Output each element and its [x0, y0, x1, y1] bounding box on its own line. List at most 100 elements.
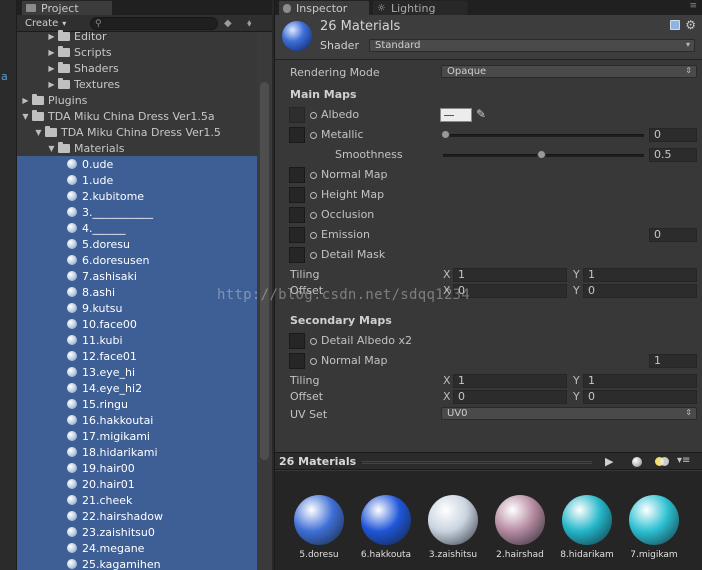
collapsed-arrow-icon[interactable]: ▶	[47, 48, 56, 57]
shader-dropdown[interactable]: Standard ▾	[369, 39, 695, 52]
tree-material-item[interactable]: 20.hair01	[17, 476, 257, 492]
material-thumbnail[interactable]: 5.doresu	[292, 493, 346, 565]
emission-texture-slot[interactable]	[289, 227, 305, 243]
tree-material-item[interactable]: 19.hair00	[17, 460, 257, 476]
preview-drag-handle[interactable]	[362, 461, 592, 464]
scrollbar-thumb[interactable]	[260, 82, 269, 460]
metallic-slider-knob[interactable]	[441, 130, 450, 139]
metallic-texture-slot[interactable]	[289, 127, 305, 143]
secondary-normal-map-texture-slot[interactable]	[289, 353, 305, 369]
tree-material-item[interactable]: 3.___________	[17, 204, 257, 220]
tab-lighting[interactable]: ☼ Lighting	[372, 0, 468, 15]
smoothness-slider-knob[interactable]	[537, 150, 546, 159]
material-icon	[67, 223, 77, 233]
albedo-color-swatch[interactable]	[440, 108, 472, 122]
expanded-arrow-icon[interactable]: ▼	[34, 128, 43, 137]
collapsed-arrow-icon[interactable]: ▶	[21, 96, 30, 105]
tree-material-item[interactable]: 12.face01	[17, 348, 257, 364]
tree-folder[interactable]: ▼ TDA Miku China Dress Ver1.5a	[17, 108, 257, 124]
collapsed-arrow-icon[interactable]: ▶	[47, 64, 56, 73]
secondary-tiling-x-field[interactable]: 1	[453, 374, 567, 388]
emission-label: Emission	[321, 228, 370, 241]
detail-albedo-texture-slot[interactable]	[289, 333, 305, 349]
collapsed-arrow-icon[interactable]: ▶	[47, 80, 56, 89]
tree-material-item[interactable]: 5.doresu	[17, 236, 257, 252]
tree-folder[interactable]: ▶ Plugins	[17, 92, 257, 108]
main-offset-y-field[interactable]: 0	[583, 284, 697, 298]
height-map-texture-slot[interactable]	[289, 187, 305, 203]
play-icon[interactable]: ▶	[605, 455, 613, 468]
object-picker-icon[interactable]	[310, 337, 317, 345]
tab-inspector[interactable]: Inspector	[278, 0, 370, 15]
tree-item-label: Materials	[74, 141, 125, 155]
preview-sphere-icon[interactable]	[632, 457, 642, 467]
object-picker-icon[interactable]	[310, 171, 317, 179]
secondary-offset-y-field[interactable]: 0	[583, 390, 697, 404]
tree-material-item[interactable]: 17.migikami	[17, 428, 257, 444]
material-thumbnail[interactable]: 6.hakkouta	[359, 493, 413, 565]
main-tiling-y-field[interactable]: 1	[583, 268, 697, 282]
tree-material-item[interactable]: 0.ude	[17, 156, 257, 172]
detail-mask-texture-slot[interactable]	[289, 247, 305, 263]
panel-menu-icon[interactable]: ≡	[689, 1, 697, 11]
eyedropper-icon[interactable]: ✎	[476, 107, 486, 121]
tree-material-item[interactable]: 13.eye_hi	[17, 364, 257, 380]
tree-material-item[interactable]: 22.hairshadow	[17, 508, 257, 524]
normal-map-texture-slot[interactable]	[289, 167, 305, 183]
tree-material-item[interactable]: 16.hakkoutai	[17, 412, 257, 428]
albedo-texture-slot[interactable]	[289, 107, 305, 123]
collapsed-arrow-icon[interactable]: ▶	[47, 32, 56, 41]
tree-folder[interactable]: ▼ TDA Miku China Dress Ver1.5	[17, 124, 257, 140]
tree-material-item[interactable]: 14.eye_hi2	[17, 380, 257, 396]
tree-material-item[interactable]: 4.______	[17, 220, 257, 236]
tab-project[interactable]: Project	[21, 0, 113, 15]
object-picker-icon[interactable]	[310, 211, 317, 219]
metallic-slider-track[interactable]	[443, 134, 644, 137]
secondary-tiling-y-field[interactable]: 1	[583, 374, 697, 388]
gear-icon[interactable]: ⚙	[685, 18, 696, 32]
tree-material-item[interactable]: 15.ringu	[17, 396, 257, 412]
expanded-arrow-icon[interactable]: ▼	[21, 112, 30, 121]
object-picker-icon[interactable]	[310, 111, 317, 119]
preview-light-icon[interactable]	[655, 457, 669, 467]
tree-material-item[interactable]: 1.ude	[17, 172, 257, 188]
material-thumbnail[interactable]: 2.hairshad	[493, 493, 547, 565]
tree-material-item[interactable]: 11.kubi	[17, 332, 257, 348]
object-picker-icon[interactable]	[310, 357, 317, 365]
object-picker-icon[interactable]	[310, 131, 317, 139]
tree-material-item[interactable]: 23.zaishitsu0	[17, 524, 257, 540]
expanded-arrow-icon[interactable]: ▼	[47, 144, 56, 153]
object-picker-icon[interactable]	[310, 231, 317, 239]
main-tiling-x-field[interactable]: 1	[453, 268, 567, 282]
tree-folder[interactable]: ▶ Scripts	[17, 44, 257, 60]
preview-menu-icon[interactable]: ▾≡	[677, 455, 690, 466]
tree-material-item[interactable]: 25.kagamihen	[17, 556, 257, 570]
rendering-mode-dropdown[interactable]: Opaque ⇕	[441, 65, 697, 78]
tree-folder[interactable]: ▶ Textures	[17, 76, 257, 92]
object-picker-icon[interactable]	[310, 251, 317, 259]
occlusion-texture-slot[interactable]	[289, 207, 305, 223]
material-thumbnail[interactable]: 3.zaishitsu	[426, 493, 480, 565]
tree-material-item[interactable]: 6.doresusen	[17, 252, 257, 268]
tree-material-item[interactable]: 2.kubitome	[17, 188, 257, 204]
tree-material-item[interactable]: 7.ashisaki	[17, 268, 257, 284]
secondary-normal-scale-field[interactable]: 1	[649, 354, 697, 368]
tree-folder[interactable]: ▼ Materials	[17, 140, 257, 156]
tree-folder[interactable]: ▶ Editor	[17, 28, 257, 44]
object-picker-icon[interactable]	[310, 191, 317, 199]
uv-set-dropdown[interactable]: UV0 ⇕	[441, 407, 697, 420]
emission-value-field[interactable]: 0	[649, 228, 697, 242]
tree-material-item[interactable]: 10.face00	[17, 316, 257, 332]
tree-material-item[interactable]: 21.cheek	[17, 492, 257, 508]
tree-item-label: 2.kubitome	[82, 189, 145, 203]
material-thumbnail[interactable]: 8.hidarikam	[560, 493, 614, 565]
tree-folder[interactable]: ▶ Shaders	[17, 60, 257, 76]
tab-project-label: Project	[41, 1, 79, 15]
tree-material-item[interactable]: 24.megane	[17, 540, 257, 556]
smoothness-value-field[interactable]: 0.5	[649, 148, 697, 162]
help-book-icon[interactable]	[670, 20, 680, 30]
metallic-value-field[interactable]: 0	[649, 128, 697, 142]
tree-material-item[interactable]: 18.hidarikami	[17, 444, 257, 460]
material-thumbnail[interactable]: 7.migikam	[627, 493, 681, 565]
secondary-offset-x-field[interactable]: 0	[453, 390, 567, 404]
